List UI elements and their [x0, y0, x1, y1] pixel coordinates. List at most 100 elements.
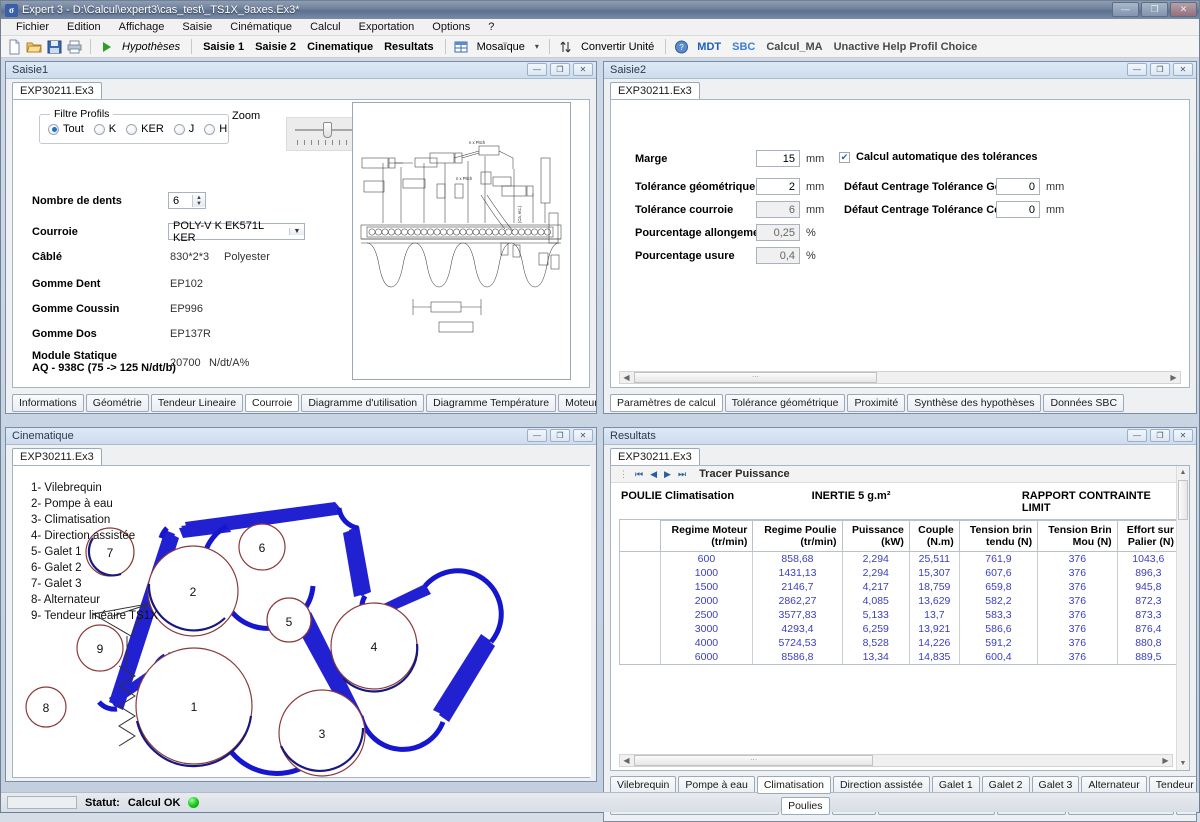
maximize-button[interactable]: ❐ — [1141, 2, 1168, 17]
window-saisie2[interactable]: Saisie2 — ❐ ✕ EXP30211.Ex3 Marge 15 mm T… — [603, 61, 1197, 414]
calcul-automatique-checkbox[interactable]: ✔ Calcul automatique des tolérances — [839, 151, 1038, 163]
saisie1-tab-exp30211[interactable]: EXP30211.Ex3 — [12, 82, 102, 99]
toolbar-cinematique[interactable]: Cinematique — [303, 40, 377, 54]
saisie2-tab-proximite[interactable]: Proximité — [847, 394, 905, 412]
open-folder-icon[interactable] — [26, 39, 43, 55]
toolbar-mosaique[interactable]: Mosaïque — [473, 40, 529, 54]
table-row[interactable]: 6000 8586,8 13,34 14,835 600,4 376 889,5 — [620, 650, 1180, 664]
radio-k[interactable]: K — [94, 123, 116, 135]
saisie2-maximize-button[interactable]: ❐ — [1150, 63, 1170, 76]
resultats-tab-poulies[interactable]: Poulies — [781, 797, 829, 815]
stepper-arrows-icon[interactable]: ▲▼ — [192, 195, 205, 207]
saisie1-close-button[interactable]: ✕ — [573, 63, 593, 76]
scroll-left-arrow-icon[interactable]: ◀ — [620, 373, 633, 382]
saisie1-minimize-button[interactable]: — — [527, 63, 547, 76]
save-disk-icon[interactable] — [46, 39, 63, 55]
help-circle-icon[interactable]: ? — [673, 39, 690, 55]
col-puissance[interactable]: Puissance (kW) — [842, 521, 909, 552]
nav-prev-button[interactable]: ◀ — [650, 469, 657, 480]
col-regime-poulie[interactable]: Regime Poulie (tr/min) — [753, 521, 842, 552]
cinematique-minimize-button[interactable]: — — [527, 429, 547, 442]
menu-edition[interactable]: Edition — [58, 19, 110, 35]
saisie1-tab-informations[interactable]: Informations — [12, 394, 84, 412]
menu-saisie[interactable]: Saisie — [173, 19, 221, 35]
toolbar-hypotheses[interactable]: Hypothèses — [118, 40, 184, 54]
toolbar-convertir-unite[interactable]: Convertir Unité — [577, 40, 658, 54]
menu-cinematique[interactable]: Cinématique — [221, 19, 301, 35]
scroll-down-arrow-icon[interactable]: ▼ — [1177, 757, 1189, 770]
table-row[interactable]: 1000 1431,13 2,294 15,307 607,6 376 896,… — [620, 566, 1180, 580]
col-tension-brin-mou[interactable]: Tension Brin Mou (N) — [1038, 521, 1118, 552]
scroll-up-arrow-icon[interactable]: ▲ — [1177, 466, 1189, 479]
table-row[interactable]: 600 858,68 2,294 25,511 761,9 376 1043,6 — [620, 552, 1180, 567]
cinematique-tab-exp30211[interactable]: EXP30211.Ex3 — [12, 448, 102, 465]
table-row[interactable]: 2500 3577,83 5,133 13,7 583,3 376 873,3 — [620, 608, 1180, 622]
resultats-vertical-scrollbar[interactable]: ▲ ▼ — [1176, 466, 1189, 770]
scroll-right-arrow-icon[interactable]: ▶ — [1167, 373, 1180, 382]
menu-affichage[interactable]: Affichage — [110, 19, 174, 35]
chevron-down-icon[interactable]: ▼ — [289, 228, 304, 235]
nav-first-button[interactable]: ⏮ — [635, 469, 643, 480]
radio-h[interactable]: H — [204, 123, 227, 135]
radio-tout[interactable]: Tout — [48, 123, 84, 135]
resultats-horizontal-scrollbar[interactable]: ◀ ⋯ ▶ — [619, 754, 1173, 767]
col-effort-palier[interactable]: Effort sur Palier (N) — [1117, 521, 1179, 552]
saisie2-tab-parametres-de-calcul[interactable]: Paramètres de calcul — [610, 394, 723, 412]
resultats-tab-exp30211[interactable]: EXP30211.Ex3 — [610, 448, 700, 465]
radio-ker[interactable]: KER — [126, 123, 164, 135]
scroll-left-arrow-icon[interactable]: ◀ — [620, 756, 633, 765]
table-row[interactable]: 1500 2146,7 4,217 18,759 659,8 376 945,8 — [620, 580, 1180, 594]
toolbar-saisie1[interactable]: Saisie 1 — [199, 40, 248, 54]
saisie2-close-button[interactable]: ✕ — [1173, 63, 1193, 76]
menu-exportation[interactable]: Exportation — [350, 19, 424, 35]
table-row[interactable]: 3000 4293,4 6,259 13,921 586,6 376 876,4 — [620, 622, 1180, 636]
chevron-down-icon[interactable]: ▾ — [532, 42, 542, 51]
saisie2-tab-tolerance-geometrique[interactable]: Tolérance géométrique — [725, 394, 846, 412]
new-document-icon[interactable] — [6, 39, 23, 55]
window-cinematique[interactable]: Cinematique — ❐ ✕ EXP30211.Ex3 — [5, 427, 597, 782]
toolbar-profil-choice[interactable]: Unactive Help Profil Choice — [830, 40, 982, 54]
saisie2-tab-exp30211[interactable]: EXP30211.Ex3 — [610, 82, 700, 99]
toolbar-saisie2[interactable]: Saisie 2 — [251, 40, 300, 54]
cinematique-maximize-button[interactable]: ❐ — [550, 429, 570, 442]
minimize-button[interactable]: — — [1112, 2, 1139, 17]
scroll-right-arrow-icon[interactable]: ▶ — [1159, 756, 1172, 765]
tracer-puissance-button[interactable]: Tracer Puissance — [699, 468, 790, 480]
toolbar-sbc[interactable]: SBC — [728, 40, 759, 54]
menu-calcul[interactable]: Calcul — [301, 19, 350, 35]
col-regime-moteur[interactable]: Regime Moteur (tr/min) — [660, 521, 753, 552]
close-button[interactable]: ✕ — [1170, 2, 1197, 17]
menu-help[interactable]: ? — [479, 19, 503, 35]
run-play-icon[interactable] — [98, 39, 115, 55]
col-couple[interactable]: Couple (N.m) — [909, 521, 959, 552]
cinematique-close-button[interactable]: ✕ — [573, 429, 593, 442]
resultats-maximize-button[interactable]: ❐ — [1150, 429, 1170, 442]
menu-options[interactable]: Options — [423, 19, 479, 35]
resultats-minimize-button[interactable]: — — [1127, 429, 1147, 442]
saisie2-tab-donnees-sbc[interactable]: Données SBC — [1043, 394, 1124, 412]
saisie1-tab-diagramme-utilisation[interactable]: Diagramme d'utilisation — [301, 394, 424, 412]
resultats-tab-climatisation[interactable]: Climatisation — [757, 776, 831, 794]
nav-last-button[interactable]: ⏭ — [678, 469, 686, 480]
saisie1-tab-moteur[interactable]: Moteur — [558, 394, 596, 412]
saisie2-minimize-button[interactable]: — — [1127, 63, 1147, 76]
courroie-combobox[interactable]: POLY-V K EK571L KER ▼ — [168, 223, 305, 240]
col-tension-brin-tendu[interactable]: Tension brin tendu (N) — [959, 521, 1037, 552]
table-row[interactable]: 4000 5724,53 8,528 14,226 591,2 376 880,… — [620, 636, 1180, 650]
print-icon[interactable] — [66, 39, 83, 55]
window-saisie1[interactable]: Saisie1 — ❐ ✕ EXP30211.Ex3 Filtre Profil… — [5, 61, 597, 414]
table-row[interactable]: 2000 2862,27 4,085 13,629 582,2 376 872,… — [620, 594, 1180, 608]
convert-unit-icon[interactable] — [557, 39, 574, 55]
toolbar-calcul-ma[interactable]: Calcul_MA — [762, 40, 826, 54]
toolbar-resultats[interactable]: Resultats — [380, 40, 438, 54]
tolerance-geometrique-input[interactable]: 2 — [756, 178, 800, 195]
saisie1-tab-diagramme-temperature[interactable]: Diagramme Température — [426, 394, 556, 412]
defaut-centrage-cou-input[interactable]: 0 — [996, 201, 1040, 218]
window-resultats[interactable]: Resultats — ❐ ✕ EXP30211.Ex3 ⋮ ⏮ ◀ ▶ — [603, 427, 1197, 822]
nav-next-button[interactable]: ▶ — [664, 469, 671, 480]
radio-j[interactable]: J — [174, 123, 195, 135]
saisie2-horizontal-scrollbar[interactable]: ◀ ⋯ ▶ — [619, 371, 1181, 384]
vscrollbar-thumb[interactable] — [1178, 480, 1188, 520]
saisie2-tab-synthese-des-hypotheses[interactable]: Synthèse des hypothèses — [907, 394, 1041, 412]
marge-input[interactable]: 15 — [756, 150, 800, 167]
